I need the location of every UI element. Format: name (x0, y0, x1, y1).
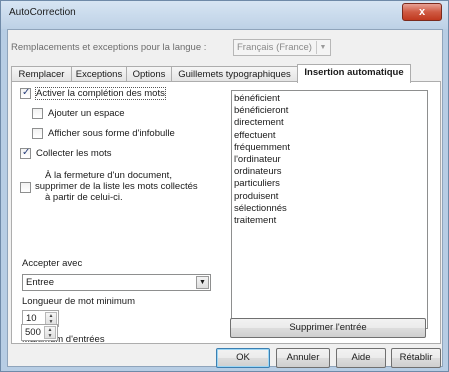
list-item[interactable]: bénéficient (234, 93, 425, 105)
max-entries-spinner[interactable]: 500 ▲ ▼ (21, 324, 58, 341)
checkbox-label-line: supprimer de la liste les mots collectés (35, 181, 198, 192)
language-value: Français (France) (237, 42, 312, 53)
min-word-length-label: Longueur de mot minimum (22, 296, 135, 307)
checkbox-label: Ajouter un espace (48, 108, 125, 119)
tab-label: Guillemets typographiques (178, 69, 291, 80)
title-bar[interactable]: AutoCorrection x (1, 1, 448, 29)
button-label: Aide (351, 352, 371, 363)
checkbox-box[interactable] (32, 128, 43, 139)
max-entries-value[interactable]: 500 (25, 327, 41, 338)
accept-with-value: Entree (26, 277, 54, 288)
list-item[interactable]: ordinateurs (234, 166, 425, 178)
ok-button[interactable]: OK (216, 348, 270, 368)
min-word-length-value[interactable]: 10 (26, 313, 37, 324)
collect-words-checkbox[interactable]: Collecter les mots (20, 147, 140, 161)
tab-label: Remplacer (18, 69, 65, 80)
language-select: Français (France) ▼ (233, 39, 331, 56)
help-button[interactable]: Aide (336, 348, 386, 368)
checkbox-label-line: À la fermeture d'un document, (45, 170, 172, 181)
tab-insertion-automatique[interactable]: Insertion automatique (297, 64, 411, 83)
button-label: OK (236, 352, 250, 363)
checkbox-box[interactable] (20, 87, 31, 99)
tab-remplacer[interactable]: Remplacer (11, 66, 72, 82)
checkbox-label: À la fermeture d'un document, supprimer … (35, 170, 198, 203)
autocorrection-dialog: AutoCorrection x Remplacements et except… (0, 0, 449, 372)
append-space-checkbox[interactable]: Ajouter un espace (32, 108, 182, 121)
list-item[interactable]: sélectionnés (234, 203, 425, 215)
insertion-panel: Activer la complétion des mots Ajouter u… (11, 81, 441, 345)
button-label: Annuler (286, 352, 320, 363)
checkbox-label: Afficher sous forme d'infobulle (48, 128, 175, 139)
close-icon: x (418, 6, 426, 18)
show-tooltip-checkbox[interactable]: Afficher sous forme d'infobulle (32, 128, 212, 141)
window-title: AutoCorrection (9, 7, 76, 18)
checkbox-label: Collecter les mots (36, 148, 112, 159)
button-label: Supprimer l'entrée (289, 322, 367, 333)
checkbox-box[interactable] (32, 108, 43, 119)
close-button[interactable]: x (402, 3, 442, 21)
list-item[interactable]: l'ordinateur (234, 154, 425, 166)
cancel-button[interactable]: Annuler (276, 348, 330, 368)
tab-options[interactable]: Options (126, 66, 172, 82)
dialog-body: Remplacements et exceptions pour la lang… (7, 29, 443, 368)
chevron-down-icon: ▼ (316, 41, 329, 54)
tab-bar: Remplacer Exceptions Options Guillemets … (11, 64, 441, 83)
list-item[interactable]: effectuent (234, 130, 425, 142)
language-label: Remplacements et exceptions pour la lang… (11, 42, 207, 53)
accept-with-label: Accepter avec (22, 258, 83, 269)
checkbox-label-line: à partir de celui-ci. (45, 192, 123, 203)
list-item[interactable]: fréquemment (234, 142, 425, 154)
spinner-arrows-icon[interactable]: ▲ ▼ (44, 326, 56, 339)
tab-exceptions[interactable]: Exceptions (71, 66, 127, 82)
list-item[interactable]: bénéficieront (234, 105, 425, 117)
checkbox-label: Activer la complétion des mots (35, 87, 166, 100)
list-item[interactable]: directement (234, 117, 425, 129)
tab-label: Options (132, 69, 166, 80)
checkbox-box[interactable] (20, 147, 31, 159)
activate-completion-checkbox[interactable]: Activer la complétion des mots (20, 87, 200, 101)
chevron-down-icon[interactable]: ▼ (196, 276, 209, 289)
tab-guillemets[interactable]: Guillemets typographiques (171, 66, 298, 82)
list-item[interactable]: particuliers (234, 178, 425, 190)
delete-entry-button[interactable]: Supprimer l'entrée (230, 318, 426, 338)
tab-label: Insertion automatique (304, 67, 404, 78)
collected-words-list[interactable]: bénéficient bénéficieront directement ef… (231, 90, 428, 329)
checkbox-box[interactable] (20, 182, 31, 193)
reset-button[interactable]: Rétablir (391, 348, 441, 368)
tab-label: Exceptions (75, 69, 123, 80)
button-label: Rétablir (399, 352, 433, 363)
list-item[interactable]: produisent (234, 191, 425, 203)
list-item[interactable]: traitement (234, 215, 425, 227)
accept-with-select[interactable]: Entree ▼ (22, 274, 211, 291)
remove-collected-checkbox[interactable]: À la fermeture d'un document, supprimer … (20, 170, 225, 208)
